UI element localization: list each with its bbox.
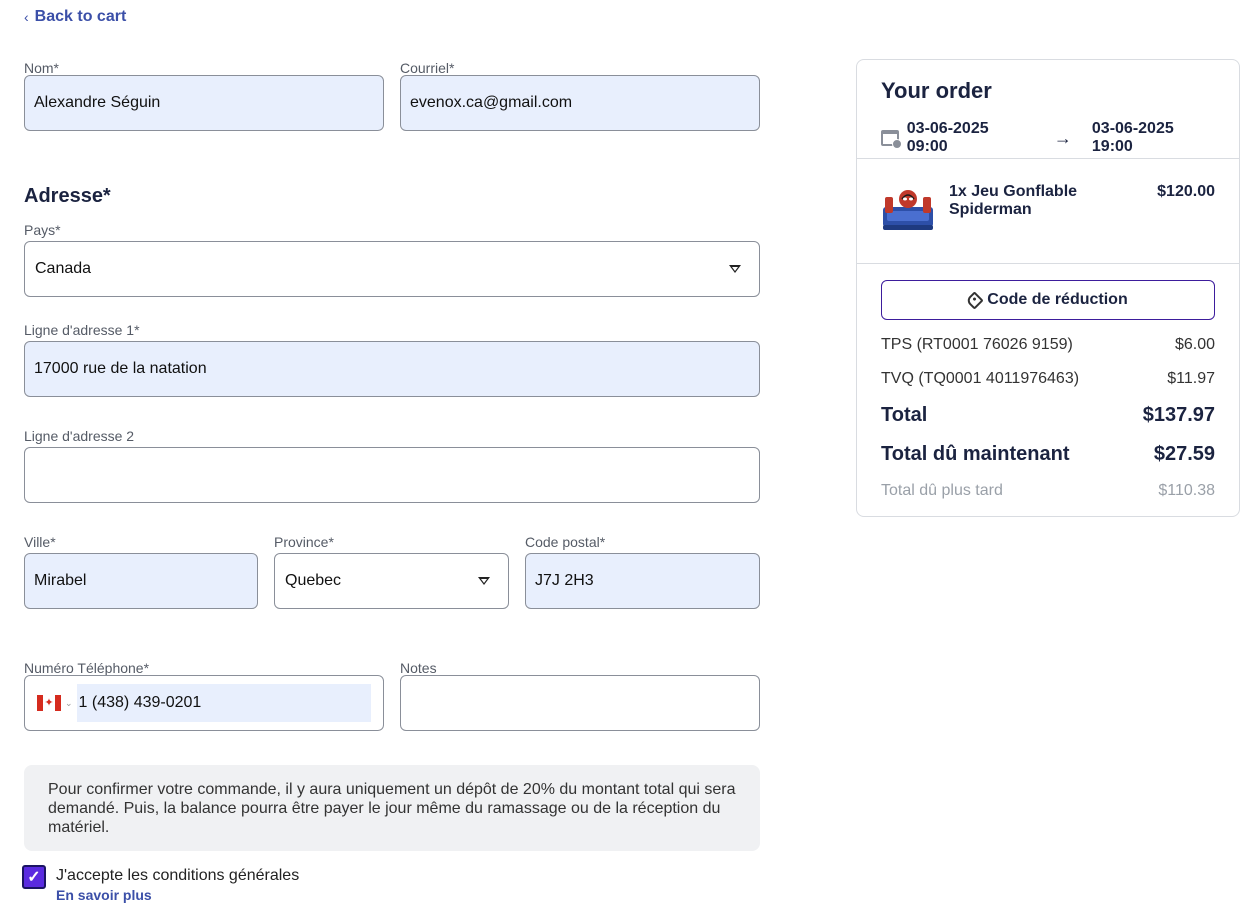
tag-icon <box>965 290 984 310</box>
due-now-label: Total dû maintenant <box>881 443 1070 465</box>
tax-value: $11.97 <box>1167 370 1215 387</box>
due-now-value: $27.59 <box>1153 443 1215 465</box>
total-label: Total <box>881 404 928 426</box>
canada-flag-icon: ✦ <box>37 695 61 711</box>
back-to-cart-label: Back to cart <box>34 8 127 25</box>
divider <box>857 158 1239 159</box>
end-date: 03-06-2025 19:00 <box>1091 120 1174 155</box>
postal-value: J7J 2H3 <box>535 572 594 589</box>
checkmark-icon: ✓ <box>27 869 41 886</box>
arrow-right-icon: → <box>1053 127 1072 148</box>
total-value: $137.97 <box>1142 404 1215 426</box>
address2-label: Ligne d'adresse 2 <box>24 428 135 444</box>
country-select[interactable]: Canada <box>24 241 760 297</box>
address2-input[interactable] <box>24 447 760 503</box>
total-row: Total $137.97 <box>881 404 1215 427</box>
due-later-label: Total dû plus tard <box>881 482 1003 499</box>
province-value: Quebec <box>285 572 342 589</box>
phone-value: 1 (438) 439-0201 <box>78 694 202 711</box>
terms-checkbox[interactable]: ✓ <box>22 865 46 889</box>
tax-row-tps: TPS (RT0001 76026 9159) $6.00 <box>881 336 1215 354</box>
notes-label: Notes <box>400 660 437 676</box>
terms-label: J'accepte les conditions générales <box>56 867 300 884</box>
phone-label: Numéro Téléphone* <box>24 660 150 676</box>
due-later-value: $110.38 <box>1158 482 1215 499</box>
back-to-cart-link[interactable]: ‹ Back to cart <box>24 8 126 26</box>
name-label: Nom* <box>24 60 60 76</box>
city-value: Mirabel <box>34 572 87 589</box>
address1-input[interactable]: 17000 rue de la natation <box>24 341 760 397</box>
deposit-notice: Pour confirmer votre commande, il y aura… <box>24 765 760 851</box>
start-date: 03-06-2025 09:00 <box>906 120 989 155</box>
rental-period: 03-06-2025 09:00 → 03-06-2025 19:00 <box>881 120 1217 156</box>
bouncy-castle-thumbnail <box>883 190 933 230</box>
item-price: $120.00 <box>1157 183 1215 200</box>
address-section-title: Adresse* <box>24 185 111 207</box>
tax-value: $6.00 <box>1174 336 1215 353</box>
phone-field: ✦ ⌄ 1 (438) 439-0201 <box>24 675 384 731</box>
tax-label: TVQ (TQ0001 4011976463) <box>881 370 1080 387</box>
postal-label: Code postal* <box>525 534 606 550</box>
name-value: Alexandre Séguin <box>34 94 161 111</box>
chevron-left-icon: ‹ <box>24 9 29 25</box>
order-title: Your order <box>881 78 992 103</box>
caret-down-icon <box>729 265 741 273</box>
email-input[interactable]: evenox.ca@gmail.com <box>400 75 760 131</box>
postal-input[interactable]: J7J 2H3 <box>525 553 760 609</box>
country-value: Canada <box>35 260 92 277</box>
caret-down-icon <box>478 577 490 585</box>
city-input[interactable]: Mirabel <box>24 553 258 609</box>
divider <box>857 263 1239 264</box>
phone-input[interactable]: 1 (438) 439-0201 <box>76 684 371 722</box>
calendar-clock-icon <box>881 130 902 149</box>
due-later-row: Total dû plus tard $110.38 <box>881 482 1215 500</box>
address1-value: 17000 rue de la natation <box>34 360 207 377</box>
learn-more-link[interactable]: En savoir plus <box>56 887 152 903</box>
notes-input[interactable] <box>400 675 760 731</box>
order-summary-card: Your order 03-06-2025 09:00 → 03-06-2025… <box>856 59 1240 517</box>
name-input[interactable]: Alexandre Séguin <box>24 75 384 131</box>
email-value: evenox.ca@gmail.com <box>410 94 573 111</box>
country-label: Pays* <box>24 222 61 238</box>
country-code-picker[interactable]: ✦ ⌄ <box>37 695 73 711</box>
tax-label: TPS (RT0001 76026 9159) <box>881 336 1073 353</box>
discount-code-button[interactable]: Code de réduction <box>881 280 1215 320</box>
due-now-row: Total dû maintenant $27.59 <box>881 443 1215 466</box>
chevron-down-icon: ⌄ <box>65 697 73 708</box>
city-label: Ville* <box>24 534 56 550</box>
tax-row-tvq: TVQ (TQ0001 4011976463) $11.97 <box>881 370 1215 388</box>
item-name: 1x Jeu Gonflable Spiderman <box>949 183 1078 218</box>
email-label: Courriel* <box>400 60 455 76</box>
discount-code-label: Code de réduction <box>987 291 1128 308</box>
address1-label: Ligne d'adresse 1* <box>24 322 140 338</box>
province-label: Province* <box>274 534 334 550</box>
province-select[interactable]: Quebec <box>274 553 509 609</box>
